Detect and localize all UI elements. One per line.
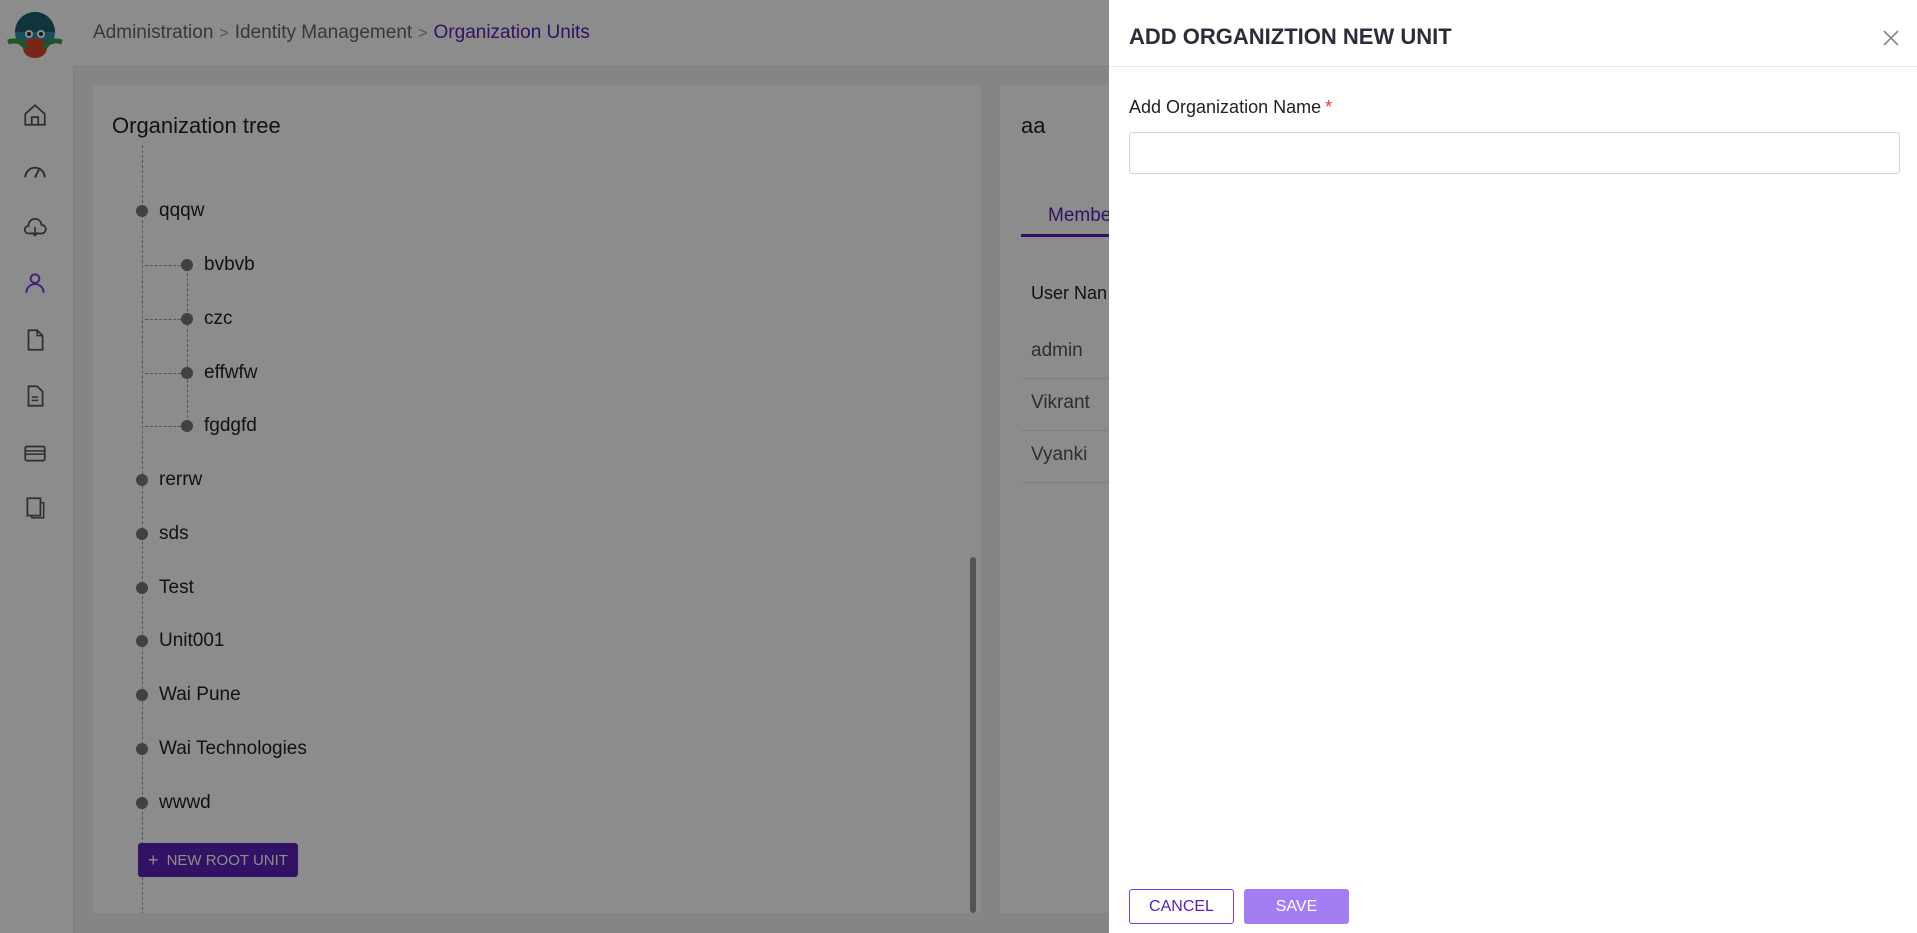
drawer-header: ADD ORGANIZTION NEW UNIT — [1109, 0, 1917, 67]
required-marker: * — [1325, 97, 1333, 117]
cancel-button[interactable]: CANCEL — [1129, 889, 1234, 924]
save-button[interactable]: SAVE — [1244, 889, 1349, 924]
organization-name-label: Add Organization Name * — [1129, 97, 1332, 118]
add-unit-drawer: ADD ORGANIZTION NEW UNIT Add Organizatio… — [1109, 0, 1917, 933]
close-icon[interactable] — [1879, 26, 1903, 50]
organization-name-label-text: Add Organization Name — [1129, 97, 1322, 117]
drawer-title: ADD ORGANIZTION NEW UNIT — [1129, 24, 1452, 49]
organization-name-input[interactable] — [1129, 132, 1900, 174]
